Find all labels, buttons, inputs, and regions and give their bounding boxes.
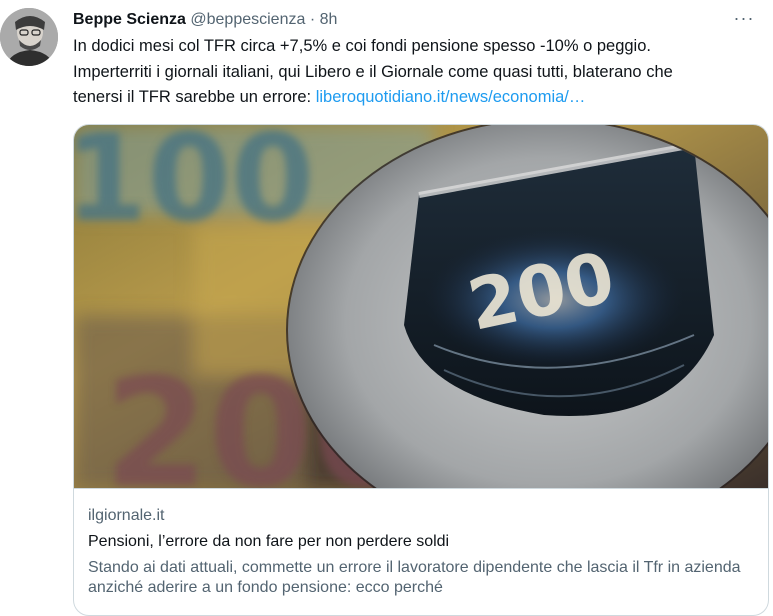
card-domain: ilgiornale.it <box>88 507 165 524</box>
author-handle[interactable]: @beppescienza <box>190 11 305 28</box>
card-image[interactable]: 100 200 200 <box>74 125 768 488</box>
avatar[interactable] <box>0 8 58 66</box>
tweet-text-line: tenersi il TFR sarebbe un errore: libero… <box>73 85 763 111</box>
card-body: ilgiornale.it Pensioni, l’errore da non … <box>74 488 768 615</box>
blurred-banknote-number: 100 <box>74 125 315 249</box>
tweet-text-line: In dodici mesi col TFR circa +7,5% e coi… <box>73 37 651 55</box>
card-title: Pensioni, l’errore da non fare per non p… <box>88 533 450 550</box>
tweet-text-fragment: tenersi il TFR sarebbe un errore: <box>73 88 316 106</box>
card-description: Stando ai dati attuali, commette un erro… <box>88 559 741 596</box>
header-separator: · <box>309 11 316 28</box>
tweet-text-line: Imperterriti i giornali italiani, qui Li… <box>73 62 673 81</box>
tweet-header: Beppe Scienza @beppescienza · 8h ··· <box>73 7 759 31</box>
tweet-text: In dodici mesi col TFR circa +7,5% e coi… <box>73 34 763 111</box>
author-name[interactable]: Beppe Scienza <box>73 11 186 28</box>
tweet-link[interactable]: liberoquotidiano.it/news/economia/… <box>316 88 586 106</box>
avatar-photo <box>0 8 58 66</box>
tweet-timestamp[interactable]: 8h <box>320 11 338 28</box>
more-horizontal-icon[interactable]: ··· <box>729 7 759 31</box>
link-preview-card[interactable]: 100 200 200 ilgiornale.it Pensioni, l’er… <box>73 124 769 616</box>
